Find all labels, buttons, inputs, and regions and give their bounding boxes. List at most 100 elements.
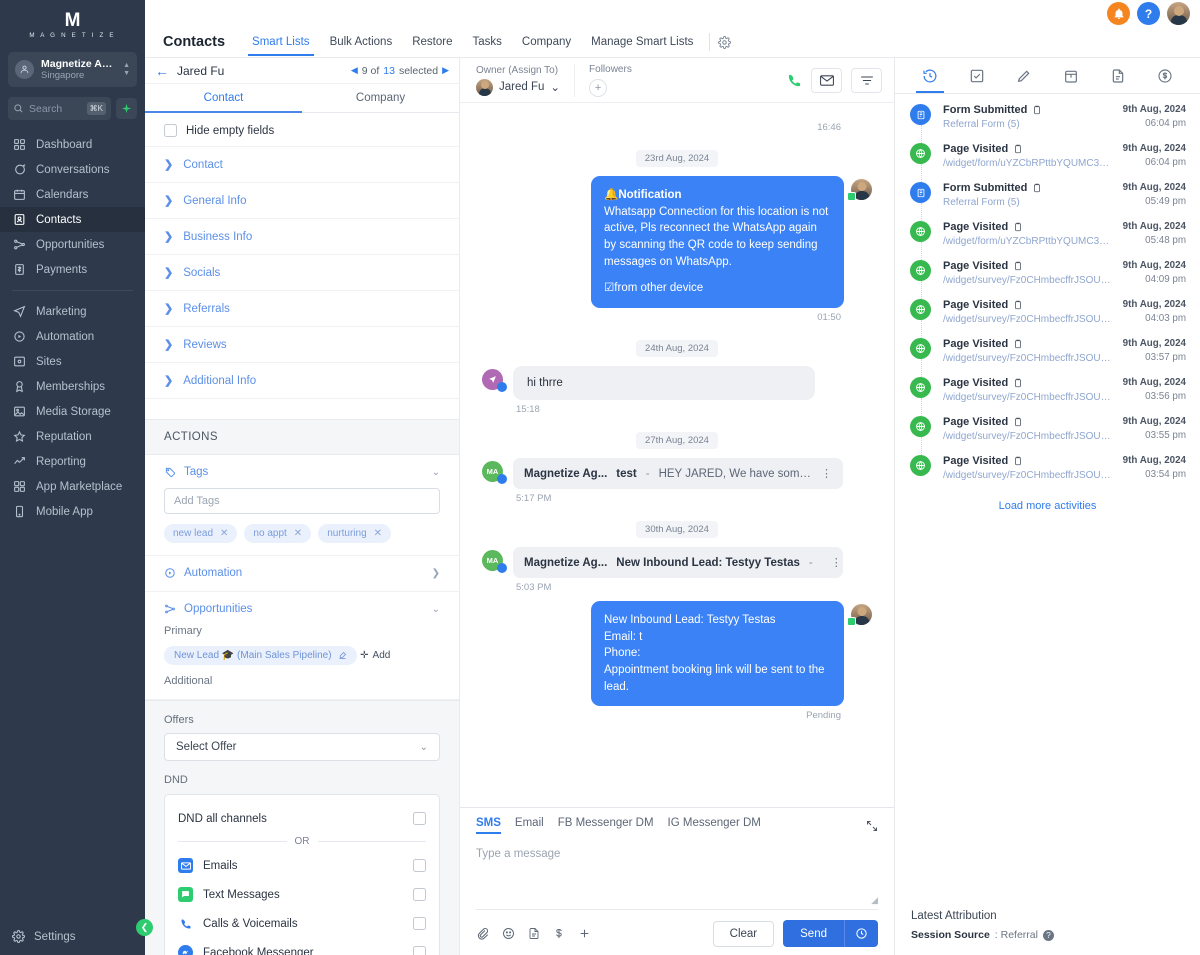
tab-payments-panel[interactable]: [1157, 58, 1173, 93]
activity-subtitle[interactable]: /widget/form/uYZCbRPttbYQUMC3Pvyw: [943, 158, 1112, 169]
activity-item[interactable]: Page Visited /widget/survey/Fz0CHmbecffr…: [909, 260, 1186, 299]
accordion-general-info[interactable]: ❯ General Info: [145, 182, 459, 218]
copy-icon[interactable]: [1013, 456, 1023, 466]
notifications-bell-icon[interactable]: [1107, 2, 1130, 25]
tab-activity-history[interactable]: [916, 58, 945, 93]
tab-company[interactable]: Company: [512, 30, 581, 54]
accordion-additional-info[interactable]: ❯ Additional Info: [145, 362, 459, 398]
activity-list[interactable]: Form Submitted Referral Form (5) 9th Aug…: [895, 94, 1200, 900]
copy-icon[interactable]: [1013, 261, 1023, 271]
opportunities-header[interactable]: Opportunities ⌄: [164, 603, 440, 615]
template-icon[interactable]: [528, 927, 540, 940]
copy-icon[interactable]: [1032, 105, 1042, 115]
resize-handle[interactable]: ◢: [871, 895, 878, 906]
tag-chip[interactable]: new lead ✕: [164, 524, 238, 543]
sidebar-item-automation[interactable]: Automation: [0, 324, 145, 349]
message-list[interactable]: 16:46 23rd Aug, 2024 🔔Notification Whats…: [460, 103, 894, 807]
activity-item[interactable]: Page Visited /widget/survey/Fz0CHmbecffr…: [909, 377, 1186, 416]
activity-item[interactable]: Page Visited /widget/form/uYZCbRPttbYQUM…: [909, 221, 1186, 260]
add-more-icon[interactable]: [578, 927, 591, 940]
offer-select[interactable]: Select Offer ⌄: [164, 733, 440, 761]
composer-tab-ig-messenger[interactable]: IG Messenger DM: [668, 817, 761, 834]
activity-subtitle[interactable]: /widget/survey/Fz0CHmbecffrJSOUwFlt: [943, 314, 1112, 325]
prev-contact-icon[interactable]: ◀: [351, 65, 358, 76]
activity-subtitle[interactable]: /widget/form/uYZCbRPttbYQUMC3Pvyw: [943, 236, 1112, 247]
activity-subtitle[interactable]: /widget/survey/Fz0CHmbecffrJSOUwFlt: [943, 353, 1112, 364]
filter-icon[interactable]: [851, 67, 882, 93]
edit-opportunity-icon[interactable]: [338, 651, 347, 660]
opportunity-chip[interactable]: New Lead 🎓 (Main Sales Pipeline): [164, 646, 357, 665]
tab-manage-smart-lists[interactable]: Manage Smart Lists: [581, 30, 703, 54]
copy-icon[interactable]: [1013, 300, 1023, 310]
add-tags-input[interactable]: Add Tags: [164, 488, 440, 514]
dnd-all-channels-row[interactable]: DND all channels: [178, 805, 426, 832]
load-more-activities-link[interactable]: Load more activities: [909, 494, 1186, 522]
dnd-calls-row[interactable]: Calls & Voicemails: [178, 909, 426, 938]
contact-panel-scroll[interactable]: Hide empty fields ❯ Contact ❯ General In…: [145, 113, 459, 955]
next-contact-icon[interactable]: ▶: [442, 65, 449, 76]
tag-chip[interactable]: nurturing ✕: [318, 524, 392, 543]
help-icon[interactable]: ?: [1137, 2, 1160, 25]
dnd-facebook-checkbox[interactable]: [413, 946, 426, 955]
message-more-icon[interactable]: ⋮: [821, 467, 832, 480]
dnd-text-messages-row[interactable]: Text Messages: [178, 880, 426, 909]
activity-subtitle[interactable]: /widget/survey/Fz0CHmbecffrJSOUwFlt: [943, 431, 1112, 442]
expand-composer-icon[interactable]: [866, 820, 878, 832]
settings-gear-icon[interactable]: [718, 35, 732, 49]
dnd-emails-checkbox[interactable]: [413, 859, 426, 872]
sidebar-item-media-storage[interactable]: Media Storage: [0, 399, 145, 424]
sidebar-item-payments[interactable]: Payments: [0, 257, 145, 282]
activity-item[interactable]: Page Visited /widget/survey/Fz0CHmbecffr…: [909, 299, 1186, 338]
dnd-text-messages-checkbox[interactable]: [413, 888, 426, 901]
tab-smart-lists[interactable]: Smart Lists: [242, 30, 320, 56]
copy-icon[interactable]: [1013, 378, 1023, 388]
message-input-area[interactable]: Type a message ◢: [476, 834, 878, 910]
sidebar-collapse-button[interactable]: ❮: [136, 919, 153, 936]
schedule-send-icon[interactable]: [844, 920, 878, 947]
copy-icon[interactable]: [1013, 222, 1023, 232]
sidebar-item-settings[interactable]: Settings: [0, 922, 145, 955]
sidebar-item-sites[interactable]: Sites: [0, 349, 145, 374]
automation-section[interactable]: Automation ❯: [145, 556, 459, 592]
automation-header[interactable]: Automation ❯: [164, 567, 440, 579]
sidebar-item-conversations[interactable]: Conversations: [0, 157, 145, 182]
logo[interactable]: M M A G N E T I Z E: [0, 0, 145, 44]
sidebar-item-marketing[interactable]: Marketing: [0, 299, 145, 324]
search-box[interactable]: ⌘K: [8, 97, 111, 120]
tab-documents[interactable]: [1110, 58, 1126, 93]
tab-restore[interactable]: Restore: [402, 30, 462, 54]
email-preview[interactable]: Magnetize Ag... test - HEY JARED, We hav…: [513, 458, 843, 490]
message-more-icon[interactable]: ⋮: [831, 556, 842, 569]
accordion-contact[interactable]: ❯ Contact: [145, 146, 459, 182]
activity-subtitle[interactable]: /widget/survey/Fz0CHmbecffrJSOUwFlt: [943, 470, 1112, 481]
dnd-calls-checkbox[interactable]: [413, 917, 426, 930]
sidebar-item-opportunities[interactable]: Opportunities: [0, 232, 145, 257]
accordion-socials[interactable]: ❯ Socials: [145, 254, 459, 290]
composer-tab-email[interactable]: Email: [515, 817, 544, 834]
add-follower-button[interactable]: +: [589, 78, 608, 97]
activity-subtitle[interactable]: /widget/survey/Fz0CHmbecffrJSOUwFlt: [943, 275, 1112, 286]
composer-tab-sms[interactable]: SMS: [476, 817, 501, 834]
agency-switcher[interactable]: Magnetize Agency Singapore ▲▼: [8, 52, 137, 87]
back-arrow-icon[interactable]: ←: [155, 64, 169, 78]
copy-icon[interactable]: [1013, 339, 1023, 349]
clear-button[interactable]: Clear: [712, 920, 775, 947]
activity-subtitle[interactable]: Referral Form (5): [943, 119, 1112, 130]
add-opportunity-button[interactable]: ✛ Add: [360, 650, 390, 661]
copy-icon[interactable]: [1013, 417, 1023, 427]
sidebar-item-reporting[interactable]: Reporting: [0, 449, 145, 474]
activity-item[interactable]: Page Visited /widget/survey/Fz0CHmbecffr…: [909, 455, 1186, 494]
sidebar-item-mobile-app[interactable]: Mobile App: [0, 499, 145, 524]
message-email-row[interactable]: MA Magnetize Ag... test - HEY JARED, We …: [482, 458, 872, 490]
tab-notes[interactable]: [1016, 58, 1032, 93]
quick-add-button[interactable]: [116, 98, 137, 119]
activity-subtitle[interactable]: Referral Form (5): [943, 197, 1112, 208]
hide-empty-fields-checkbox[interactable]: [164, 124, 177, 137]
copy-icon[interactable]: [1013, 144, 1023, 154]
email-preview[interactable]: Magnetize Ag... New Inbound Lead: Testyy…: [513, 547, 843, 579]
dnd-emails-row[interactable]: Emails: [178, 851, 426, 880]
accordion-business-info[interactable]: ❯ Business Info: [145, 218, 459, 254]
tab-tasks-panel[interactable]: [969, 58, 985, 93]
sidebar-item-contacts[interactable]: Contacts: [0, 207, 145, 232]
tab-bulk-actions[interactable]: Bulk Actions: [320, 30, 403, 54]
